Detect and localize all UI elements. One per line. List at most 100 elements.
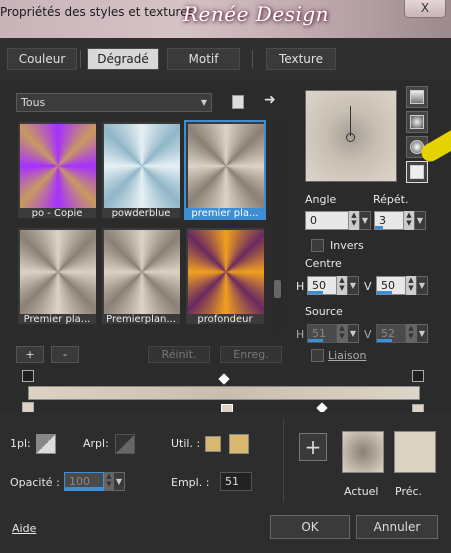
tab-degrade[interactable]: Dégradé (87, 48, 159, 70)
preset-tile[interactable]: profondeur (184, 226, 266, 326)
tab-separator (252, 50, 253, 68)
preset-scrollbar[interactable] (272, 120, 283, 332)
chevron-down-icon[interactable]: ▼ (416, 276, 428, 295)
tab-couleur[interactable]: Couleur (7, 48, 77, 70)
center-v-label: V (364, 280, 372, 293)
angle-spinner[interactable]: ▲ ▼ (349, 211, 359, 230)
source-v-field[interactable]: 52 (376, 324, 406, 343)
preset-swatch (20, 230, 96, 314)
angle-field[interactable]: 0 (305, 211, 349, 230)
location-value: 51 (225, 475, 239, 488)
repeat-label: Répét. (373, 193, 409, 206)
tab-separator (80, 50, 81, 68)
repeat-field[interactable]: 3 (374, 211, 404, 230)
divider (283, 420, 284, 502)
source-v-label: V (364, 328, 372, 341)
book-icon[interactable] (232, 95, 244, 109)
linear-shape-button[interactable] (406, 86, 428, 108)
plus-icon[interactable]: + (299, 433, 327, 461)
ok-button[interactable]: OK (270, 515, 350, 539)
center-h-label: H (296, 280, 305, 293)
title-bar: Propriétés des styles et textures Renée … (0, 0, 451, 38)
user-color-swatch-small[interactable] (205, 436, 221, 452)
user-color-swatch[interactable] (229, 434, 249, 454)
preset-tile[interactable]: powderblue (100, 120, 182, 220)
foreground-mode-button[interactable] (36, 434, 56, 454)
preset-tile[interactable]: Premierplan... (100, 226, 182, 326)
source-h-bar (308, 339, 323, 342)
invert-checkbox[interactable] (311, 239, 324, 252)
window-title: Propriétés des styles et textures (0, 5, 194, 19)
preset-category-select[interactable]: Tous ▼ (16, 93, 212, 112)
invert-label: Invers (330, 239, 364, 252)
sunburst-shape-button[interactable] (406, 161, 428, 183)
linear-icon (410, 90, 424, 104)
center-v-field[interactable]: 50 (376, 276, 406, 295)
scrollbar-thumb[interactable] (274, 280, 281, 298)
preset-label: powderblue (111, 208, 171, 219)
preset-tile-selected[interactable]: premier pla... (184, 120, 266, 220)
preset-swatch (188, 124, 264, 208)
arrow-right-icon[interactable]: ➜ (264, 92, 276, 108)
preset-category-value: Tous (21, 96, 46, 109)
gradient-start-stop[interactable] (22, 370, 34, 382)
gradient-preview[interactable] (305, 90, 397, 182)
previous-label: Préc. (395, 485, 423, 498)
rectangular-shape-button[interactable] (406, 111, 428, 133)
rectangular-icon (410, 115, 424, 129)
link-label: Liaison (328, 349, 367, 362)
source-v-spinner[interactable]: ▲ ▼ (406, 324, 416, 343)
center-h-spinner[interactable]: ▲ ▼ (337, 276, 347, 295)
background-mode-button[interactable] (115, 434, 135, 454)
chevron-down-icon[interactable]: ▼ (113, 472, 125, 491)
preset-label: Premierplan... (106, 314, 176, 325)
center-v-spinner[interactable]: ▲ ▼ (406, 276, 416, 295)
location-field[interactable]: 51 (220, 472, 252, 491)
remove-preset-button[interactable]: - (51, 346, 79, 363)
center-handle[interactable] (346, 133, 355, 142)
preset-tile[interactable]: po - Copie (16, 120, 98, 220)
center-h-field[interactable]: 50 (307, 276, 337, 295)
reset-button[interactable]: Réinit. (148, 346, 210, 363)
preset-swatch (104, 124, 180, 208)
save-button[interactable]: Enreg. (220, 346, 282, 363)
mode-label: 1pl: (10, 437, 31, 450)
center-v-bar (377, 291, 392, 294)
chevron-down-icon[interactable]: ▼ (347, 324, 359, 343)
source-h-label: H (296, 328, 305, 341)
source-label: Source (305, 305, 343, 318)
location-label: Empl. : (171, 476, 210, 489)
gradient-end-stop[interactable] (412, 370, 424, 382)
repeat-spinner[interactable]: ▲ ▼ (404, 211, 414, 230)
chevron-down-icon[interactable]: ▼ (359, 211, 371, 230)
center-h-bar (308, 291, 323, 294)
opacity-field[interactable]: 100 (64, 472, 104, 491)
angle-value: 0 (310, 214, 317, 227)
help-link[interactable]: Aide (12, 522, 36, 535)
opacity-bar (65, 487, 103, 490)
source-h-field[interactable]: 51 (307, 324, 337, 343)
source-h-spinner[interactable]: ▲ ▼ (337, 324, 347, 343)
chevron-down-icon[interactable]: ▼ (416, 324, 428, 343)
preset-swatch (188, 230, 264, 314)
preset-label: profondeur (197, 314, 253, 325)
cancel-button[interactable]: Annuler (356, 515, 438, 539)
chevron-down-icon[interactable]: ▼ (347, 276, 359, 295)
link-checkbox[interactable] (311, 349, 324, 362)
previous-gradient-thumbnail[interactable] (394, 431, 436, 473)
tab-texture[interactable]: Texture (266, 48, 336, 70)
preset-swatch (20, 124, 96, 208)
preset-label: Premier pla... (23, 314, 91, 325)
current-gradient-thumbnail[interactable] (342, 431, 384, 473)
close-button[interactable]: X (404, 0, 446, 18)
opacity-label: Opacité : (10, 476, 60, 489)
tab-motif[interactable]: Motif (167, 48, 240, 70)
add-preset-button[interactable]: + (16, 346, 44, 363)
preset-tile[interactable]: Premier pla... (16, 226, 98, 326)
preset-label: premier pla... (186, 208, 264, 220)
center-label: Centre (305, 257, 342, 270)
chevron-down-icon: ▼ (200, 98, 207, 107)
chevron-down-icon[interactable]: ▼ (414, 211, 426, 230)
angle-label: Angle (305, 193, 337, 206)
gradient-editor-bar[interactable] (28, 386, 420, 400)
